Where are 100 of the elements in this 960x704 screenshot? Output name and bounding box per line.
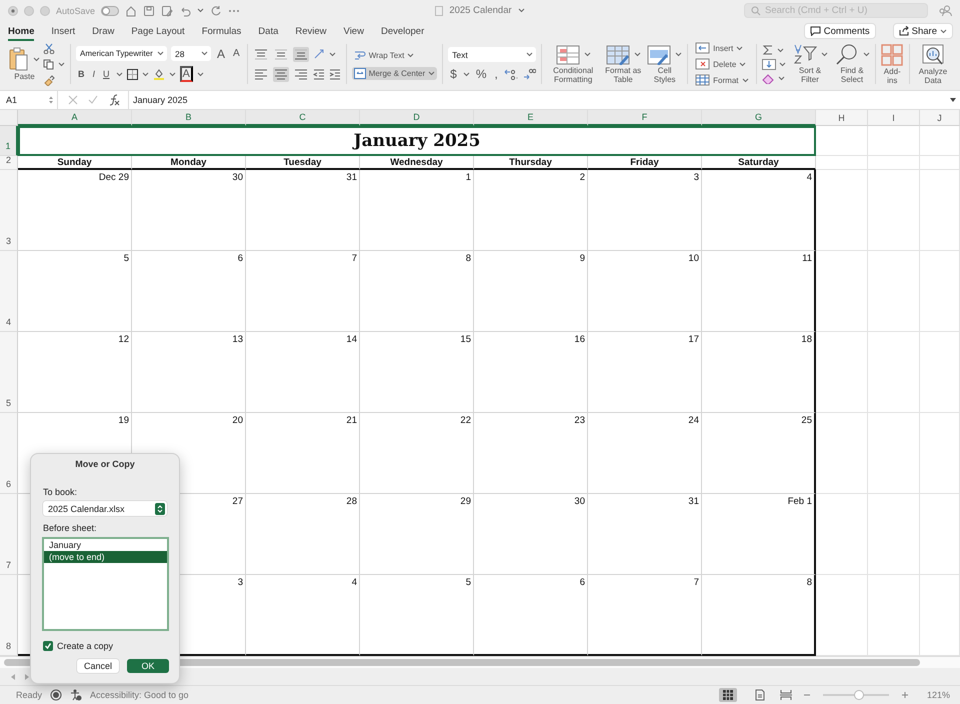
decrease-indent-icon[interactable] xyxy=(312,68,325,80)
row-header[interactable]: 3 xyxy=(0,170,18,251)
row-header[interactable]: 1 xyxy=(0,126,18,156)
autosave-toggle[interactable] xyxy=(101,6,120,16)
ok-button[interactable]: OK xyxy=(127,659,169,673)
day-cell[interactable]: 31 xyxy=(588,494,702,575)
comments-button[interactable]: Comments xyxy=(804,23,876,39)
accessibility-icon[interactable] xyxy=(70,689,82,701)
caret-icon[interactable] xyxy=(634,52,641,57)
empty-cell[interactable] xyxy=(868,170,920,251)
day-cell[interactable]: 3 xyxy=(588,170,702,251)
caret-icon[interactable] xyxy=(526,52,534,57)
day-cell[interactable]: Dec 29 xyxy=(18,170,132,251)
day-cell[interactable]: 18 xyxy=(702,332,816,413)
format-painter-icon[interactable] xyxy=(43,74,55,86)
analyze-data-button[interactable]: Analyze Data xyxy=(915,44,951,84)
column-header[interactable]: I xyxy=(868,110,920,126)
redo-icon[interactable] xyxy=(210,4,222,16)
cancel-button[interactable]: Cancel xyxy=(77,659,119,673)
caret-icon[interactable] xyxy=(201,51,208,56)
empty-cell[interactable] xyxy=(816,156,868,170)
column-header[interactable]: F xyxy=(588,110,702,126)
copy-icon[interactable] xyxy=(43,58,55,70)
empty-cell[interactable] xyxy=(816,332,868,413)
align-left-button[interactable] xyxy=(252,66,269,82)
column-header[interactable]: H xyxy=(816,110,868,126)
caret-icon[interactable] xyxy=(157,51,164,56)
day-cell[interactable]: 16 xyxy=(474,332,588,413)
ribbon-tab[interactable]: Developer xyxy=(380,21,424,41)
row-header[interactable]: 6 xyxy=(0,413,18,494)
ribbon-tab[interactable]: Home xyxy=(8,21,34,41)
zoom-slider[interactable] xyxy=(854,690,864,700)
day-cell[interactable]: 6 xyxy=(132,251,246,332)
empty-cell[interactable] xyxy=(816,251,868,332)
cut-icon[interactable] xyxy=(43,42,55,54)
weekday-cell[interactable]: Tuesday xyxy=(246,156,360,170)
fill-color-icon[interactable] xyxy=(152,68,165,80)
day-cell[interactable]: 17 xyxy=(588,332,702,413)
font-name-field[interactable]: American Typewriter xyxy=(76,46,167,61)
day-cell[interactable]: 13 xyxy=(132,332,246,413)
decrease-decimal-icon[interactable] xyxy=(522,68,536,80)
delete-cells-button[interactable]: Delete xyxy=(693,57,750,71)
weekday-cell[interactable]: Sunday xyxy=(18,156,132,170)
day-cell[interactable]: 9 xyxy=(474,251,588,332)
add-ins-button[interactable]: Add-ins xyxy=(880,44,904,84)
caret-icon[interactable] xyxy=(778,62,786,67)
sheet-list-item[interactable]: (move to end) xyxy=(44,551,167,563)
accessibility-status[interactable]: Accessibility: Good to go xyxy=(90,690,189,700)
row-header[interactable]: 7 xyxy=(0,494,18,575)
close-button[interactable] xyxy=(8,6,18,16)
bold-button[interactable]: B xyxy=(76,67,86,81)
caret-icon[interactable] xyxy=(675,52,682,57)
weekday-cell[interactable]: Monday xyxy=(132,156,246,170)
weekday-cell[interactable]: Friday xyxy=(588,156,702,170)
record-macro-icon[interactable] xyxy=(50,689,62,701)
column-header[interactable]: B xyxy=(132,110,246,126)
book-select[interactable]: 2025 Calendar.xlsx xyxy=(43,501,167,516)
weekday-cell[interactable]: Saturday xyxy=(702,156,816,170)
normal-view-button[interactable] xyxy=(718,688,737,702)
day-cell[interactable]: 25 xyxy=(702,413,816,494)
find-select-button[interactable]: Find & Select xyxy=(834,44,870,84)
ribbon-tab[interactable]: Page Layout xyxy=(131,21,185,41)
day-cell[interactable]: 22 xyxy=(360,413,474,494)
weekday-cell[interactable]: Thursday xyxy=(474,156,588,170)
empty-cell[interactable] xyxy=(868,156,920,170)
font-size-field[interactable]: 28 xyxy=(171,46,211,61)
insert-function-icon[interactable] xyxy=(108,94,120,106)
day-cell[interactable]: 1 xyxy=(360,170,474,251)
italic-button[interactable]: I xyxy=(90,67,98,81)
ribbon-tab[interactable]: Insert xyxy=(51,21,76,41)
empty-cell[interactable] xyxy=(868,251,920,332)
caret-icon[interactable] xyxy=(940,28,947,34)
caret-icon[interactable] xyxy=(584,52,591,57)
caret-icon[interactable] xyxy=(742,78,748,82)
day-cell[interactable]: 28 xyxy=(246,494,360,575)
caret-icon[interactable] xyxy=(142,72,149,76)
row-header[interactable]: 5 xyxy=(0,332,18,413)
align-center-button[interactable] xyxy=(272,66,289,82)
empty-cell[interactable] xyxy=(816,126,868,156)
save-as-icon[interactable] xyxy=(161,4,174,16)
increase-decimal-icon[interactable] xyxy=(504,68,518,80)
borders-icon[interactable] xyxy=(126,68,138,80)
weekday-cell[interactable]: Wednesday xyxy=(360,156,474,170)
day-cell[interactable]: 2 xyxy=(474,170,588,251)
insert-cells-button[interactable]: Insert xyxy=(693,41,750,55)
empty-cell[interactable] xyxy=(816,494,868,575)
empty-cell[interactable] xyxy=(920,251,960,332)
day-cell[interactable]: 15 xyxy=(360,332,474,413)
column-header[interactable]: A xyxy=(18,110,132,126)
align-right-button[interactable] xyxy=(292,66,309,82)
undo-icon[interactable] xyxy=(179,4,192,16)
empty-cell[interactable] xyxy=(816,170,868,251)
caret-icon[interactable] xyxy=(116,72,123,76)
column-header[interactable]: C xyxy=(246,110,360,126)
orientation-icon[interactable] xyxy=(312,48,325,60)
column-header[interactable]: E xyxy=(474,110,588,126)
empty-cell[interactable] xyxy=(868,494,920,575)
currency-button[interactable]: $ xyxy=(448,67,459,81)
empty-cell[interactable] xyxy=(816,413,868,494)
caret-icon[interactable] xyxy=(328,52,336,56)
